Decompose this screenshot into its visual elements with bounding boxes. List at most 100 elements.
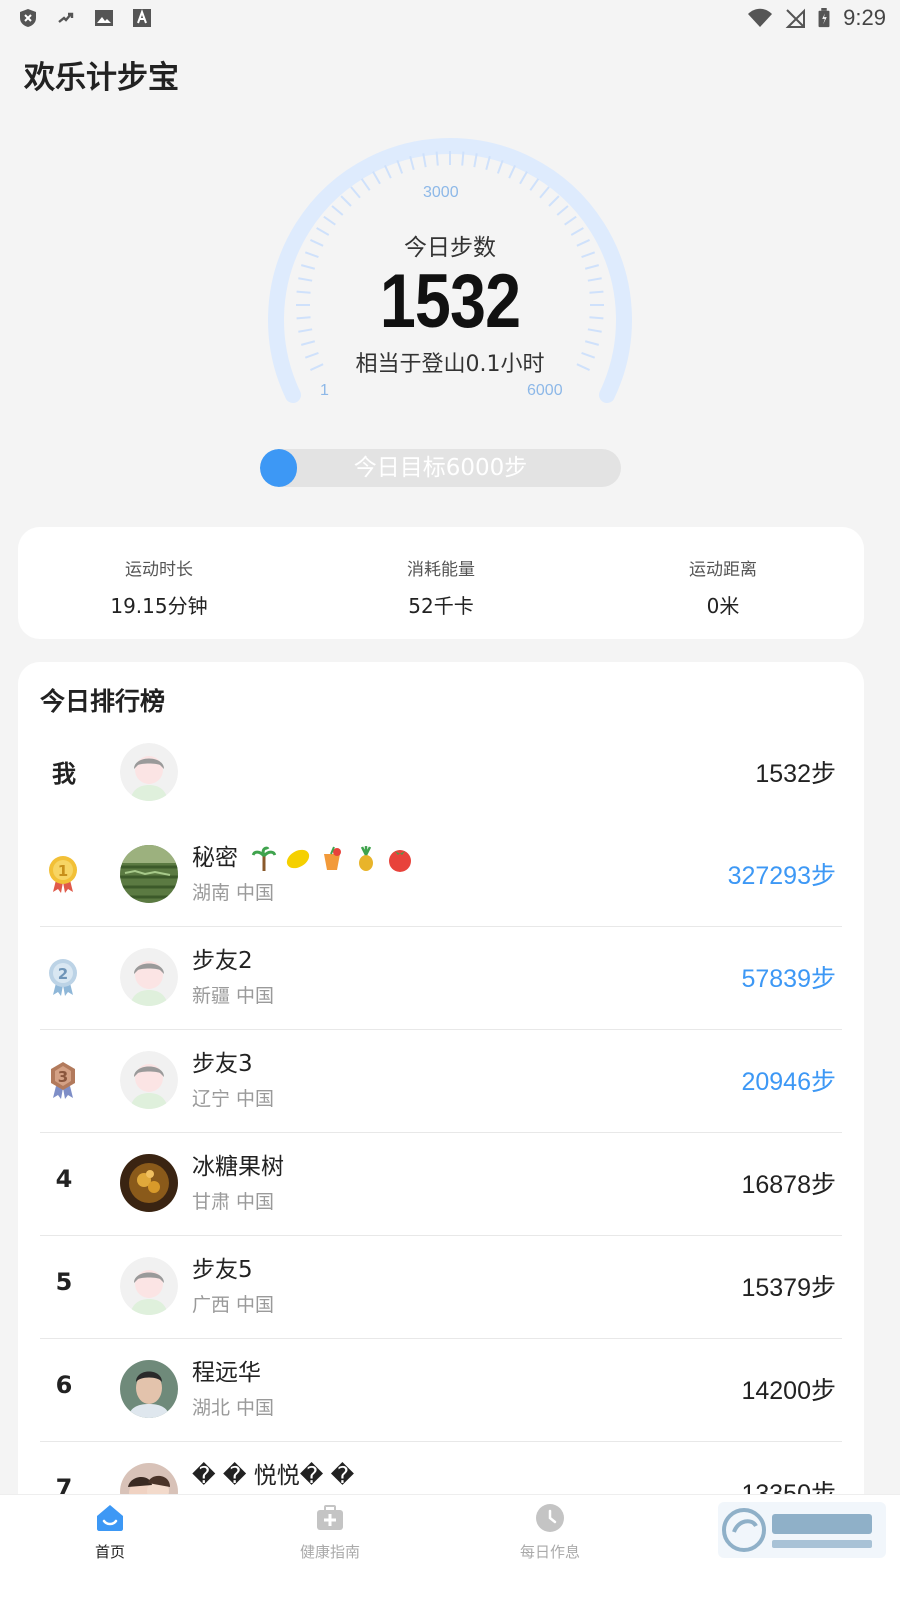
gauge-tick-max: 6000 (527, 382, 563, 399)
svg-text:3: 3 (58, 1068, 68, 1086)
name-emojis (251, 845, 413, 872)
tab-home[interactable]: 首页 (50, 1503, 170, 1562)
gauge-tick-mid: 3000 (423, 184, 459, 201)
gauge-tick-mark (323, 215, 336, 226)
step-gauge: 3000 1 6000 今日步数 1532 相当于登山0.1小时 (240, 118, 660, 418)
stat-energy: 消耗能量 52千卡 (300, 527, 582, 639)
rank-location: 新疆 中国 (192, 985, 275, 1007)
silver-medal-icon: 2 (49, 959, 77, 996)
svg-text:1: 1 (58, 862, 68, 880)
gold-medal-icon: 1 (49, 856, 77, 893)
ranking-row[interactable]: 1 秘密 湖南 中国 327293步 (40, 824, 842, 927)
rank-number: 5 (55, 1268, 73, 1296)
gauge-tick-mark (461, 151, 465, 166)
tab-health-guide[interactable]: 健康指南 (270, 1503, 390, 1562)
default-avatar-icon (120, 1257, 178, 1315)
ranking-row[interactable]: 6 程远华 湖北 中国 14200步 (40, 1339, 842, 1442)
steps-equivalent: 相当于登山0.1小时 (355, 352, 545, 377)
rank-number: 6 (55, 1371, 73, 1399)
rank-steps: 20946步 (741, 1068, 836, 1096)
palm-tree-icon (251, 846, 277, 871)
rank-name: 步友5 (192, 1257, 253, 1283)
svg-text:2: 2 (58, 965, 68, 983)
stat-value: 19.15分钟 (110, 594, 208, 618)
rank-steps: 57839步 (741, 965, 836, 993)
tab-label: 每日作息 (519, 1543, 580, 1561)
stats-card: 运动时长 19.15分钟 消耗能量 52千卡 运动距离 0米 (18, 527, 864, 639)
gauge-tick-mark (564, 215, 577, 226)
rank-steps: 327293步 (727, 862, 836, 890)
gauge-tick-mark (331, 205, 344, 216)
rank-name: � � 悦悦� � (192, 1463, 355, 1489)
stat-distance: 运动距离 0米 (582, 527, 864, 639)
wifi-icon (748, 8, 773, 27)
daily-goal-bar: 今日目标6000步 (260, 449, 621, 487)
rank-steps: 16878步 (741, 1171, 836, 1199)
gauge-tick-mark (529, 178, 540, 191)
gauge-tick-mark (396, 159, 404, 174)
rank-steps: 14200步 (741, 1377, 836, 1405)
rank-steps: 1532步 (755, 760, 836, 788)
ranking-title: 今日排行榜 (40, 687, 166, 716)
stat-value: 0米 (706, 594, 740, 618)
stat-label: 运动时长 (125, 560, 193, 580)
user-avatar (120, 1360, 178, 1418)
gauge-tick-mark (384, 165, 392, 179)
lemon-icon (287, 849, 310, 868)
gauge-tick-mark (350, 186, 361, 199)
today-steps-label: 今日步数 (404, 235, 496, 261)
user-avatar (120, 845, 178, 903)
default-avatar-icon (120, 743, 178, 801)
image-icon (95, 10, 113, 26)
gauge-tick-min: 1 (320, 382, 329, 399)
ranking-row-me[interactable]: 我 1532步 (40, 722, 842, 824)
gauge-tick-mark (508, 165, 516, 179)
ranking-row[interactable]: 4 冰糖果树 甘肃 中国 16878步 (40, 1133, 842, 1236)
battery-icon (818, 8, 830, 28)
status-time: 9:29 (843, 5, 886, 30)
rank-name: 步友2 (192, 948, 253, 974)
rank-name: 冰糖果树 (192, 1154, 284, 1180)
font-icon (133, 9, 151, 27)
tab-label: 健康指南 (299, 1543, 360, 1561)
rank-location: 广西 中国 (192, 1294, 275, 1316)
ranking-list: 我 1532步 1 秘密 湖南 中国 327293步 2 步友2 新疆 中国 5… (40, 722, 842, 1545)
gauge-tick-mark (556, 205, 569, 216)
clock-icon (536, 1504, 564, 1532)
default-avatar-icon (120, 948, 178, 1006)
gauge-tick-mark (340, 195, 352, 207)
pineapple-icon (359, 845, 374, 871)
medical-kit-icon (317, 1505, 343, 1530)
rank-location: 辽宁 中国 (192, 1088, 275, 1110)
today-steps-value: 1532 (379, 259, 521, 344)
drink-icon (324, 846, 342, 870)
rank-label-me: 我 (52, 760, 76, 788)
gauge-tick-mark (548, 195, 560, 207)
stat-label: 运动距离 (689, 560, 757, 580)
ranking-row[interactable]: 5 步友5 广西 中国 15379步 (40, 1236, 842, 1339)
gauge-tick-mark (539, 186, 550, 199)
gauge-tick-mark (519, 171, 528, 185)
shield-icon (20, 9, 36, 27)
gauge-tick-mark (372, 171, 381, 185)
tomato-icon (389, 849, 412, 872)
rank-name: 程远华 (192, 1360, 261, 1386)
user-avatar (120, 1154, 178, 1212)
rank-location: 湖北 中国 (192, 1397, 275, 1419)
rank-location: 湖南 中国 (192, 882, 275, 904)
rank-name: 秘密 (192, 838, 413, 872)
no-signal-icon (785, 8, 806, 28)
app-title: 欢乐计步宝 (24, 60, 179, 96)
gauge-tick-mark (435, 151, 439, 166)
stat-label: 消耗能量 (407, 560, 475, 580)
stat-duration: 运动时长 19.15分钟 (18, 527, 300, 639)
ranking-row[interactable]: 3 步友3 辽宁 中国 20946步 (40, 1030, 842, 1133)
rank-name-text: 秘密 (192, 845, 238, 871)
tab-label: 首页 (94, 1543, 125, 1561)
daily-goal-text: 今日目标6000步 (353, 455, 528, 481)
watermark-logo (718, 1502, 886, 1558)
tab-daily-routine[interactable]: 每日作息 (490, 1503, 610, 1562)
ranking-card: 今日排行榜 我 1532步 1 秘密 湖南 中国 327293步 2 步友2 新… (18, 662, 864, 1562)
ranking-row[interactable]: 2 步友2 新疆 中国 57839步 (40, 927, 842, 1030)
bronze-medal-icon: 3 (51, 1062, 75, 1099)
